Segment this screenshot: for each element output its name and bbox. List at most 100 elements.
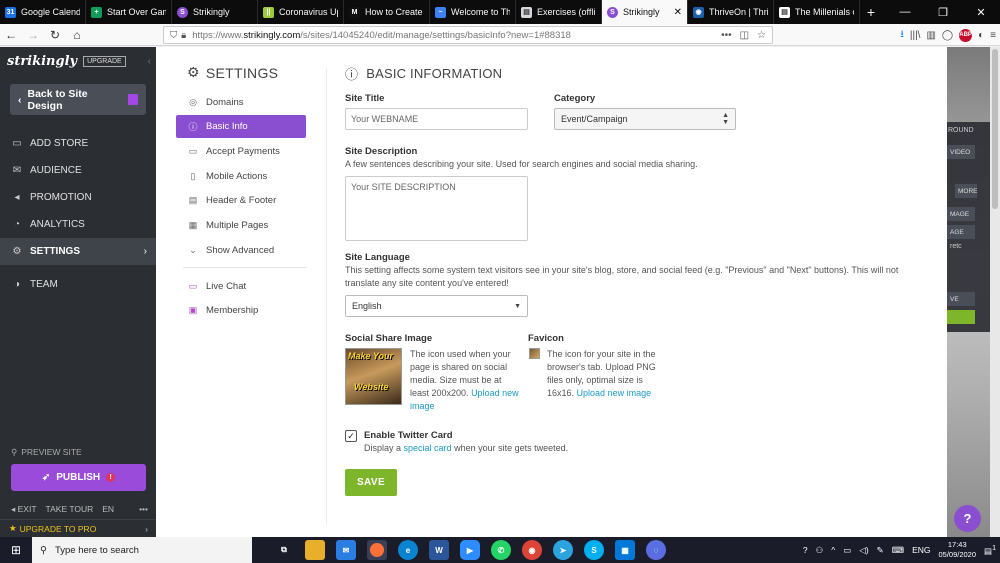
pen-icon[interactable]: ✎	[877, 545, 884, 556]
upgrade-badge[interactable]: UPGRADE	[83, 55, 126, 67]
skype-icon[interactable]: S	[584, 540, 604, 560]
back-arrow-icon[interactable]: ←	[0, 24, 22, 46]
take-tour-link[interactable]: TAKE TOUR	[46, 504, 94, 515]
word-icon[interactable]: W	[429, 540, 449, 560]
settings-nav-basic-info[interactable]: ⓘ Basic Info	[176, 115, 306, 138]
preview-site-link[interactable]: ⚲ PREVIEW SITE	[11, 447, 82, 458]
telegram-icon[interactable]: ➤	[553, 540, 573, 560]
sidebar-item-audience[interactable]: ✉ AUDIENCE	[0, 157, 156, 184]
browser-tab-strikingly[interactable]: S Strikingly	[172, 0, 258, 24]
clock[interactable]: 17:43 05/09/2020	[938, 540, 976, 560]
new-tab-button[interactable]: +	[860, 0, 882, 24]
upload-favicon-link[interactable]: Upload new image	[577, 388, 652, 398]
menu-icon[interactable]: ≡	[990, 30, 996, 41]
notifications-icon[interactable]: ▤1	[984, 544, 996, 557]
extension-icon[interactable]: ◐	[978, 30, 984, 41]
browser-tab-millenials[interactable]: ▤ The Millenials on	[774, 0, 860, 24]
settings-nav-membership[interactable]: ▣ Membership	[176, 299, 306, 322]
favicon-thumbnail[interactable]	[529, 348, 540, 359]
close-tab-icon[interactable]: ✕	[674, 7, 682, 18]
strikingly-logo[interactable]: strikingly	[7, 54, 77, 69]
sidebar-item-settings[interactable]: ⚙ SETTINGS ›	[0, 238, 156, 265]
help-icon[interactable]: ?	[803, 545, 808, 555]
volume-icon[interactable]: ◁)	[859, 545, 868, 556]
task-view-icon[interactable]: ⧉	[274, 540, 294, 560]
upgrade-to-pro-link[interactable]: ★ UPGRADE TO PRO ›	[0, 519, 156, 537]
browser-tab-strikingly-active[interactable]: S Strikingly ✕	[602, 0, 688, 24]
browser-tab-thriveon[interactable]: ◉ ThriveOn | Thrive	[688, 0, 774, 24]
people-icon[interactable]: ⚇	[816, 545, 824, 556]
browser-tab-exercises[interactable]: ▤ Exercises (offline	[516, 0, 602, 24]
chevron-up-icon[interactable]: ^	[831, 545, 835, 555]
keyboard-icon[interactable]: ⌨	[892, 545, 904, 556]
network-icon[interactable]: ▭	[843, 545, 851, 556]
sidebar-item-team[interactable]: ◑ TEAM	[0, 271, 156, 298]
whatsapp-icon[interactable]: ✆	[491, 540, 511, 560]
file-explorer-icon[interactable]	[305, 540, 325, 560]
site-title-input[interactable]: Your WEBNAME	[345, 108, 528, 130]
windows-start-icon[interactable]: ⊞	[0, 537, 32, 563]
reload-icon[interactable]: ↻	[44, 24, 66, 46]
settings-nav-domains[interactable]: ◎ Domains	[176, 91, 306, 114]
page-scrollbar[interactable]	[990, 47, 1000, 537]
lock-icon[interactable]: 🔒︎	[181, 30, 186, 41]
settings-nav-accept-payments[interactable]: ▭ Accept Payments	[176, 140, 306, 163]
upload-share-image-link[interactable]: Upload new	[471, 388, 519, 398]
help-chat-button[interactable]: ?	[954, 505, 981, 532]
library-icon[interactable]: |||\	[910, 30, 921, 41]
social-share-image-thumbnail[interactable]: Make Your Website	[345, 348, 402, 405]
sidebar-item-analytics[interactable]: ◔ ANALYTICS	[0, 211, 156, 238]
twitter-card-label[interactable]: Enable Twitter Card	[364, 430, 453, 441]
browser-tab-coronavirus[interactable]: || Coronavirus Upd	[258, 0, 344, 24]
save-button[interactable]: SAVE	[345, 469, 397, 496]
store-icon[interactable]: ▦	[615, 540, 635, 560]
home-icon[interactable]: ⌂	[66, 24, 88, 46]
edge-icon[interactable]: e	[398, 540, 418, 560]
browser-tab-welcome[interactable]: ~ Welcome to The	[430, 0, 516, 24]
settings-nav-show-advanced[interactable]: ⌄ Show Advanced	[176, 239, 306, 262]
forward-arrow-icon[interactable]: →	[22, 24, 44, 46]
shield-icon[interactable]: ⛉	[170, 30, 177, 41]
close-window-button[interactable]: ✕	[962, 0, 1000, 24]
megaphone-icon: ◂	[14, 192, 20, 203]
exit-link[interactable]: ◂ EXIT	[11, 504, 37, 515]
category-select[interactable]: Event/Campaign ▲ ▼	[554, 108, 736, 130]
language-select[interactable]: English ▼	[345, 295, 528, 317]
firefox-icon[interactable]	[367, 540, 387, 560]
input-language[interactable]: ENG	[912, 545, 930, 555]
download-icon[interactable]: ⭳	[900, 27, 904, 44]
upload-share-image-link-cont[interactable]: image	[410, 400, 530, 413]
sidebar-toggle-icon[interactable]: ▥	[926, 30, 935, 41]
zoom-icon[interactable]: ▶	[460, 540, 480, 560]
minimize-button[interactable]: —	[886, 0, 924, 24]
language-link[interactable]: EN	[102, 504, 114, 515]
browser-tab-google-calendar[interactable]: 31 Google Calendar	[0, 0, 86, 24]
browser-tab-how-to-create[interactable]: M How to Create M	[344, 0, 430, 24]
chrome-icon[interactable]: ◉	[522, 540, 542, 560]
sidebar-item-promotion[interactable]: ◂ PROMOTION	[0, 184, 156, 211]
more-options-icon[interactable]: •••	[139, 504, 148, 515]
adblock-icon[interactable]: ABP	[959, 28, 973, 42]
settings-nav-multiple-pages[interactable]: ▦ Multiple Pages	[176, 214, 306, 237]
bookmark-star-icon[interactable]: ☆	[757, 30, 766, 41]
browser-tab-start-over-game[interactable]: + Start Over Game	[86, 0, 172, 24]
pocket-icon[interactable]: ◫	[740, 30, 749, 41]
publish-button[interactable]: ➶ PUBLISH !	[11, 464, 146, 491]
sidebar-item-add-store[interactable]: ▭ ADD STORE	[0, 130, 156, 157]
settings-nav-header-footer[interactable]: ▤ Header & Footer	[176, 189, 306, 212]
chat-icon[interactable]: ◌	[646, 540, 666, 560]
url-bar[interactable]: ⛉ 🔒︎ https://www. strikingly.com/s/sites/…	[163, 26, 773, 44]
maximize-button[interactable]: ❐	[924, 0, 962, 24]
settings-nav-mobile-actions[interactable]: ▯ Mobile Actions	[176, 165, 306, 188]
mail-icon[interactable]: ✉	[336, 540, 356, 560]
taskbar-search-box[interactable]: ⚲ Type here to search	[32, 537, 252, 563]
page-actions-icon[interactable]: •••	[721, 30, 732, 41]
settings-nav-live-chat[interactable]: ▭ Live Chat	[176, 275, 306, 298]
special-card-link[interactable]: special card	[404, 443, 452, 453]
collapse-sidebar-icon[interactable]: ‹	[148, 56, 151, 67]
twitter-card-checkbox[interactable]: ✓	[345, 430, 357, 442]
scrollbar-thumb[interactable]	[992, 49, 998, 209]
account-icon[interactable]: ◯	[942, 30, 953, 41]
back-to-site-design-button[interactable]: ‹ Back to Site Design	[10, 84, 146, 115]
site-description-textarea[interactable]: Your SITE DESCRIPTION	[345, 176, 528, 241]
